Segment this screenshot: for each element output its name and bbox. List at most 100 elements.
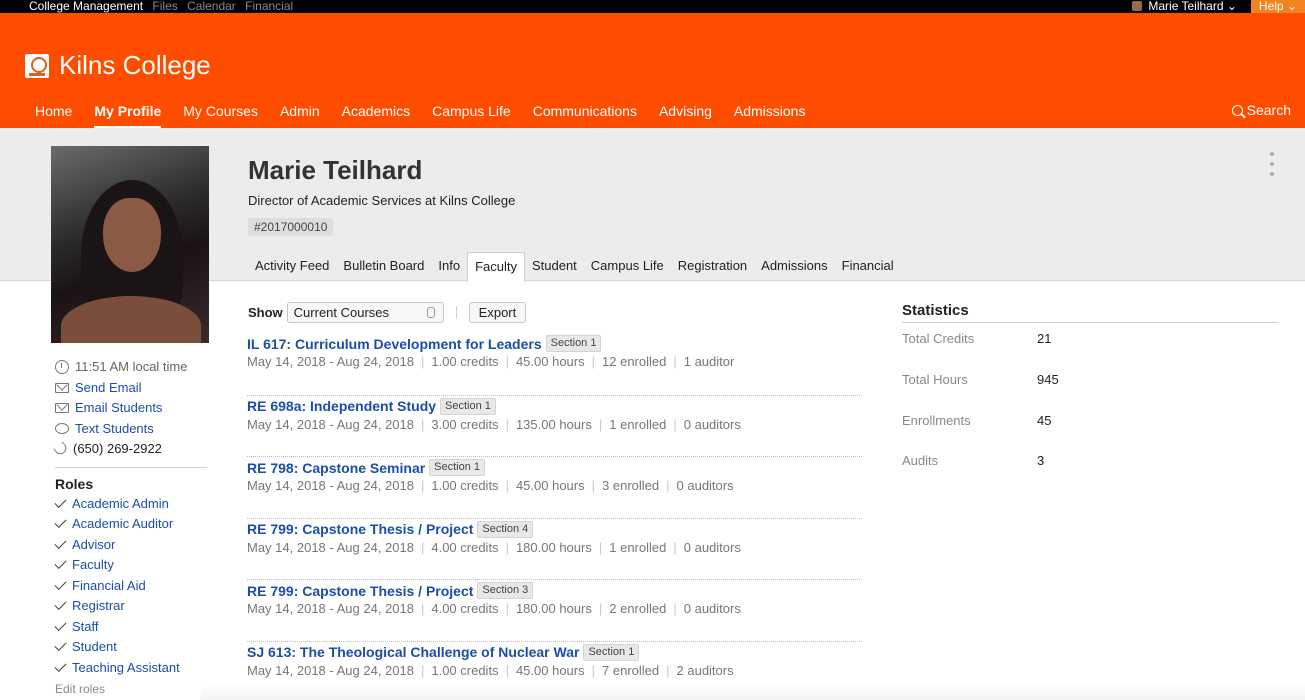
nav-academics[interactable]: Academics [342, 102, 410, 128]
course-filter-select[interactable]: Current Courses [286, 302, 444, 323]
course-title-link[interactable]: RE 798: Capstone Seminar [247, 460, 425, 476]
menu-files[interactable]: Files [152, 0, 177, 13]
course-hours: 180.00 hours [515, 601, 592, 616]
role-financial-aid[interactable]: Financial Aid [54, 576, 215, 597]
phone-number[interactable]: (650) 269-2922 [53, 439, 215, 460]
course-dates: May 14, 2018 - Aug 24, 2018 [247, 662, 414, 678]
site-logo[interactable]: Kilns College [25, 50, 211, 81]
course-title-link[interactable]: RE 799: Capstone Thesis / Project [247, 583, 473, 599]
stat-total-credits: Total Credits 21 [902, 323, 1279, 364]
role-registrar[interactable]: Registrar [54, 596, 215, 617]
check-icon [54, 495, 67, 508]
profile-photo[interactable] [51, 146, 209, 343]
email-students-link[interactable]: Email Students [55, 398, 215, 419]
course-title-link[interactable]: SJ 613: The Theological Challenge of Nuc… [247, 644, 579, 660]
tab-info[interactable]: Info [431, 252, 467, 282]
course-filter-value: Current Courses [293, 305, 390, 320]
text-students-label: Text Students [75, 420, 154, 436]
site-header: Kilns College Home My Profile My Courses… [0, 13, 1305, 128]
course-credits: 4.00 credits [431, 601, 499, 616]
role-label: Teaching Assistant [72, 659, 180, 675]
app-menu-college-management[interactable]: College Management [29, 0, 143, 13]
kilns-logo-icon [25, 53, 49, 78]
course-meta: May 14, 2018 - Aug 24, 2018 | 1.00 credits… [247, 662, 734, 678]
list-item: RE 799: Capstone Thesis / Project Section… [247, 580, 862, 642]
text-students-link[interactable]: Text Students [55, 419, 215, 440]
stat-label: Audits [902, 453, 939, 469]
role-academic-admin[interactable]: Academic Admin [54, 494, 215, 515]
list-item: RE 698a: Independent Study Section 1 May … [247, 396, 862, 457]
check-icon [54, 639, 67, 652]
export-button[interactable]: Export [468, 302, 527, 323]
chevron-updown-icon [426, 307, 435, 318]
nav-my-profile[interactable]: My Profile [94, 102, 162, 128]
nav-campus-life[interactable]: Campus Life [432, 102, 511, 128]
nav-admin[interactable]: Admin [280, 102, 320, 128]
course-title-link[interactable]: RE 799: Capstone Thesis / Project [247, 521, 473, 537]
section-badge: Section 1 [583, 643, 640, 661]
send-email-label: Send Email [75, 379, 142, 395]
stat-enrollments: Enrollments 45 [902, 405, 1279, 446]
list-item: RE 798: Capstone Seminar Section 1 May 14… [247, 457, 862, 519]
send-email-link[interactable]: Send Email [55, 378, 215, 399]
email-students-label: Email Students [75, 400, 163, 415]
tab-financial[interactable]: Financial [835, 252, 901, 282]
stat-label: Total Credits [902, 331, 975, 346]
role-staff[interactable]: Staff [54, 617, 215, 638]
nav-communications[interactable]: Communications [533, 102, 637, 128]
nav-advising[interactable]: Advising [659, 102, 712, 128]
course-meta: May 14, 2018 - Aug 24, 2018 | 4.00 credits… [247, 601, 741, 616]
more-options-icon[interactable] [1270, 152, 1276, 180]
clock-icon [55, 360, 69, 375]
role-academic-auditor[interactable]: Academic Auditor [54, 514, 215, 535]
main-nav: Home My Profile My Courses Admin Academi… [35, 102, 827, 128]
tab-student[interactable]: Student [525, 252, 584, 282]
course-meta: May 14, 2018 - Aug 24, 2018 | 3.00 credits… [247, 416, 741, 432]
course-meta: May 14, 2018 - Aug 24, 2018 | 1.00 credits… [247, 354, 735, 369]
profile-id-badge: #2017000010 [248, 218, 334, 236]
nav-my-courses[interactable]: My Courses [183, 102, 258, 128]
user-menu[interactable]: Marie Teilhard ⌄ [1132, 0, 1237, 13]
course-enrolled: 1 enrolled [609, 416, 667, 432]
course-title-link[interactable]: IL 617: Curriculum Development for Leade… [247, 336, 542, 352]
menu-calendar[interactable]: Calendar [187, 0, 236, 13]
role-teaching-assistant[interactable]: Teaching Assistant [54, 658, 215, 679]
tab-admissions[interactable]: Admissions [754, 252, 834, 282]
course-title-link[interactable]: RE 698a: Independent Study [247, 398, 436, 414]
stat-total-hours: Total Hours 945 [902, 364, 1279, 405]
tab-faculty[interactable]: Faculty [467, 252, 525, 283]
tab-registration[interactable]: Registration [671, 252, 754, 282]
search-link[interactable]: Search [1231, 102, 1291, 118]
course-meta: May 14, 2018 - Aug 24, 2018 | 4.00 credits… [247, 539, 741, 555]
chat-bubble-icon [55, 423, 69, 435]
stat-label: Total Hours [902, 371, 968, 387]
nav-home[interactable]: Home [35, 102, 72, 128]
check-icon [54, 536, 67, 549]
search-label: Search [1246, 102, 1291, 118]
role-label: Advisor [72, 536, 116, 552]
role-advisor[interactable]: Advisor [54, 535, 215, 556]
check-icon [54, 659, 67, 672]
tab-activity-feed[interactable]: Activity Feed [248, 252, 336, 282]
menu-financial[interactable]: Financial [245, 0, 293, 13]
tab-campus-life[interactable]: Campus Life [584, 252, 671, 282]
tab-bulletin-board[interactable]: Bulletin Board [336, 252, 431, 282]
user-avatar-icon [1132, 1, 1143, 11]
role-label: Academic Auditor [72, 516, 174, 531]
nav-admissions[interactable]: Admissions [734, 102, 806, 128]
course-auditors: 1 auditor [683, 354, 735, 369]
local-time-text: 11:51 AM local time [75, 359, 188, 374]
local-time: 11:51 AM local time [55, 357, 215, 378]
system-menu-right: Marie Teilhard ⌄ Help ⌄ [1132, 0, 1305, 13]
help-button[interactable]: Help ⌄ [1250, 0, 1305, 13]
profile-sidebar: 11:51 AM local time Send Email Email Stu… [53, 357, 215, 700]
course-auditors: 2 auditors [676, 662, 734, 678]
edit-roles-link[interactable]: Edit roles [55, 678, 215, 700]
check-icon [54, 598, 67, 611]
role-faculty[interactable]: Faculty [54, 555, 215, 576]
check-icon [54, 577, 67, 590]
course-auditors: 0 auditors [676, 478, 734, 493]
role-student[interactable]: Student [54, 637, 215, 658]
role-label: Academic Admin [72, 495, 169, 511]
course-enrolled: 3 enrolled [602, 478, 660, 493]
